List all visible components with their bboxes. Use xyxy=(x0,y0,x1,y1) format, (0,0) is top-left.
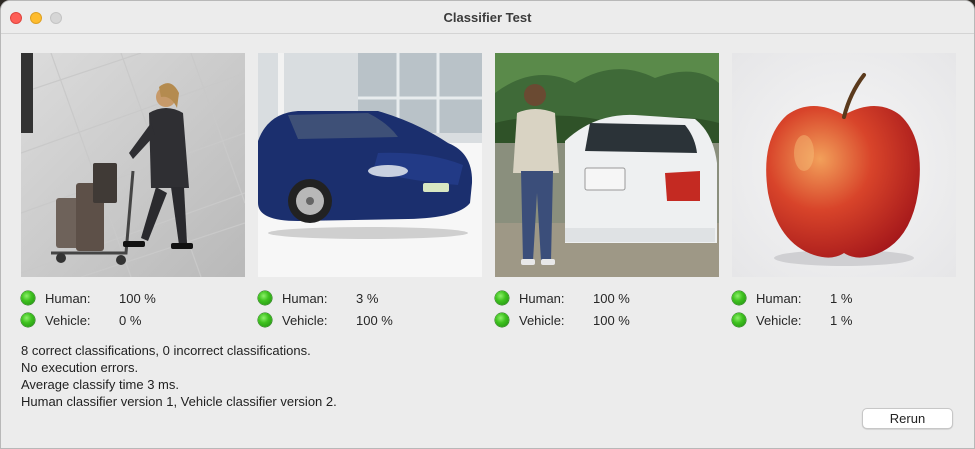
status-green-indicator-icon xyxy=(21,291,35,305)
sample-2: Human: 3 % Vehicle: 100 % xyxy=(258,53,482,328)
summary-classify-time: Average classify time 3 ms. xyxy=(21,377,179,392)
human-label: Human: xyxy=(519,290,565,306)
window-controls xyxy=(10,12,62,24)
man-beside-white-car-photo xyxy=(495,53,719,277)
rerun-button[interactable]: Rerun xyxy=(862,408,953,429)
blue-sports-car-photo xyxy=(258,53,482,277)
status-green-indicator-icon xyxy=(258,291,272,305)
summary-versions: Human classifier version 1, Vehicle clas… xyxy=(21,394,337,409)
human-score: 100 % xyxy=(119,290,156,306)
status-green-indicator-icon xyxy=(732,313,746,327)
vehicle-score: 100 % xyxy=(593,312,630,328)
sample-3: Human: 100 % Vehicle: 100 % xyxy=(495,53,719,328)
classifier-test-window: Classifier Test Human: 100 % Vehicle: 0 … xyxy=(0,0,975,449)
vehicle-label: Vehicle: xyxy=(282,312,328,328)
vehicle-score: 100 % xyxy=(356,312,393,328)
title-bar[interactable]: Classifier Test xyxy=(1,1,974,34)
vehicle-result-row: Vehicle: 100 % xyxy=(258,312,416,328)
vehicle-result-row: Vehicle: 1 % xyxy=(732,312,890,328)
window-title: Classifier Test xyxy=(443,9,532,25)
human-label: Human: xyxy=(756,290,802,306)
vehicle-label: Vehicle: xyxy=(756,312,802,328)
sample-1: Human: 100 % Vehicle: 0 % xyxy=(21,53,245,328)
sample-4: Human: 1 % Vehicle: 1 % xyxy=(732,53,956,328)
human-label: Human: xyxy=(45,290,91,306)
zoom-window-button[interactable] xyxy=(50,12,62,24)
vehicle-label: Vehicle: xyxy=(45,312,91,328)
status-green-indicator-icon xyxy=(732,291,746,305)
close-window-button[interactable] xyxy=(10,12,22,24)
vehicle-label: Vehicle: xyxy=(519,312,565,328)
summary-errors: No execution errors. xyxy=(21,360,139,375)
minimize-window-button[interactable] xyxy=(30,12,42,24)
status-green-indicator-icon xyxy=(258,313,272,327)
summary-log: 8 correct classifications, 0 incorrect c… xyxy=(21,342,337,410)
status-green-indicator-icon xyxy=(495,291,509,305)
vehicle-score: 1 % xyxy=(830,312,853,328)
human-score: 100 % xyxy=(593,290,630,306)
red-apple-photo xyxy=(732,53,956,277)
human-result-row: Human: 1 % xyxy=(732,290,890,306)
summary-classifications: 8 correct classifications, 0 incorrect c… xyxy=(21,343,311,358)
window-content: Human: 100 % Vehicle: 0 % Human: 3 % Veh… xyxy=(1,34,974,448)
status-green-indicator-icon xyxy=(21,313,35,327)
vehicle-result-row: Vehicle: 0 % xyxy=(21,312,179,328)
status-green-indicator-icon xyxy=(495,313,509,327)
vehicle-result-row: Vehicle: 100 % xyxy=(495,312,653,328)
human-result-row: Human: 100 % xyxy=(21,290,179,306)
human-score: 1 % xyxy=(830,290,853,306)
human-result-row: Human: 3 % xyxy=(258,290,416,306)
vehicle-score: 0 % xyxy=(119,312,142,328)
human-score: 3 % xyxy=(356,290,379,306)
human-label: Human: xyxy=(282,290,328,306)
human-result-row: Human: 100 % xyxy=(495,290,653,306)
person-with-luggage-cart-photo xyxy=(21,53,245,277)
